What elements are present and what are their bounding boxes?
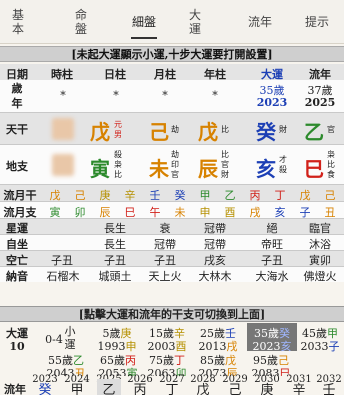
year-zhi-tag3: 財 xyxy=(221,170,229,179)
liunian-char-10[interactable]: 壬 xyxy=(317,379,341,395)
tab-basic[interactable]: 基 本 xyxy=(5,8,31,36)
year-zhi-tag1: 比 xyxy=(221,150,229,159)
liuyue-gan-row: 流月干 戊 己 庚 辛 壬 癸 甲 乙 丙 丁 戊 己 xyxy=(0,184,344,202)
dayun-gan-tag: 財 xyxy=(279,125,287,134)
day-zhi-tag1: 殺 xyxy=(114,150,122,159)
liunian-char-5[interactable]: 丁 xyxy=(160,379,184,395)
header-row: 日期 時柱 日柱 月柱 年柱 大運 流年 xyxy=(0,64,344,81)
tiangan-row: 天干 戊 元 男 己 劫 戊 比 癸 財 乙 官 xyxy=(0,112,344,144)
liunian-char-3[interactable]: 乙 xyxy=(97,379,121,395)
age-star-year: * xyxy=(212,89,218,102)
liunian-zhi-tag1: 枭 xyxy=(327,150,335,159)
age-row: 歲 年 * * * * 35歲 2023 37歲 2025 xyxy=(0,80,344,112)
month-zhi-tag1: 劫 xyxy=(171,150,179,159)
dayun-year: 2023 xyxy=(256,96,288,109)
xingyun-row: 星運 長生 衰 冠帶 絕 臨官 xyxy=(0,218,344,235)
day-zhi-tag2: 枭 xyxy=(114,160,122,169)
spacer xyxy=(0,282,344,306)
dayun-gan[interactable]: 癸 xyxy=(255,116,277,145)
liunian-gan[interactable]: 乙 xyxy=(303,116,325,145)
tab-liunian[interactable]: 流年 xyxy=(243,15,277,29)
liunian-gan-tag: 官 xyxy=(327,125,335,134)
dayun-zhi[interactable]: 亥 xyxy=(255,153,277,182)
year-zhi[interactable]: 辰 xyxy=(197,153,219,182)
liunian-char-2[interactable]: 甲 xyxy=(65,379,89,395)
dayun-section-label: 大運 xyxy=(6,327,28,340)
tab-chart[interactable]: 命 盤 xyxy=(68,8,94,36)
top-nav: 基 本 命 盤 細盤 大 運 流年 提示 xyxy=(0,0,344,44)
month-zhi-tag3: 官 xyxy=(171,170,179,179)
day-zhi-tag3: 比 xyxy=(114,170,122,179)
dizhi-row: 地支 寅 殺 枭 比 未 劫 印 官 辰 比 官 財 亥 才 殺 巳 枭 比 食 xyxy=(0,144,344,184)
year-gan[interactable]: 戊 xyxy=(197,116,219,145)
year-zhi-tag2: 官 xyxy=(221,160,229,169)
day-gan-tag1: 元 xyxy=(114,120,122,129)
tiangan-label: 天干 xyxy=(6,123,28,136)
tab-tips[interactable]: 提示 xyxy=(300,15,334,29)
nayin-row: 納音 石榴木 城頭土 天上火 大林木 大海水 佛燈火 xyxy=(0,266,344,283)
age-star-month: * xyxy=(162,89,168,102)
liunian-zhi-tag2: 比 xyxy=(327,160,335,169)
dayun-zhi-tag2: 殺 xyxy=(279,165,287,174)
day-zhi[interactable]: 寅 xyxy=(89,153,111,182)
liunian-char-4[interactable]: 丙 xyxy=(128,379,152,395)
active-tab-indicator xyxy=(131,37,157,39)
dayun-switch-banner: [點擊大運和流年的干支可切換到上面] xyxy=(0,306,344,322)
notice-banner: [未起大運顯示小運,十步大運要打開設置] xyxy=(0,46,344,62)
liunian-year: 2025 xyxy=(304,96,336,109)
month-zhi-tag2: 印 xyxy=(171,160,179,169)
liunian-char-8[interactable]: 庚 xyxy=(255,379,279,395)
dayun-year-5[interactable]: 2033子 xyxy=(297,338,343,354)
zizuo-row: 自坐 長生 冠帶 冠帶 帝旺 沐浴 xyxy=(0,234,344,251)
month-gan-tag: 劫 xyxy=(171,125,179,134)
age-star-day: * xyxy=(113,89,119,102)
month-zhi[interactable]: 未 xyxy=(148,153,170,182)
dizhi-label: 地支 xyxy=(6,160,28,173)
day-gan-tag2: 男 xyxy=(114,130,122,139)
year-gan-tag: 比 xyxy=(221,125,229,134)
month-gan[interactable]: 己 xyxy=(148,116,170,145)
liuyue-zhi-row: 流月支 寅 卯 辰 巳 午 未 申 酉 戌 亥 子 丑 xyxy=(0,201,344,219)
liunian-char-6[interactable]: 戊 xyxy=(191,379,215,395)
age-label: 歲 年 xyxy=(11,82,23,110)
liunian-char-7[interactable]: 己 xyxy=(223,379,247,395)
liunian-zhi[interactable]: 巳 xyxy=(303,153,325,182)
tab-detail[interactable]: 細盤 xyxy=(127,15,161,29)
day-gan[interactable]: 戊 xyxy=(89,116,111,145)
liunian-zhi-tag3: 食 xyxy=(327,170,335,179)
xiaoyun-label: 小 運 xyxy=(64,325,76,351)
liunian-row: 流年 癸 甲 乙 丙 丁 戊 己 庚 辛 壬 xyxy=(0,379,344,395)
hidden-time-zhi xyxy=(52,154,74,176)
age-star-time: * xyxy=(60,89,66,102)
dayun-zhi-tag1: 才 xyxy=(279,155,287,164)
hidden-time-gan xyxy=(52,118,74,140)
kongwang-row: 空亡 子丑 子丑 子丑 戌亥 子丑 寅卯 xyxy=(0,250,344,267)
liunian-char-1[interactable]: 癸 xyxy=(33,379,57,395)
tab-dayun[interactable]: 大 運 xyxy=(182,8,208,36)
liunian-row-label: 流年 xyxy=(4,383,26,395)
liunian-char-9[interactable]: 辛 xyxy=(287,379,311,395)
dayun-start-age: 10 xyxy=(9,340,25,353)
